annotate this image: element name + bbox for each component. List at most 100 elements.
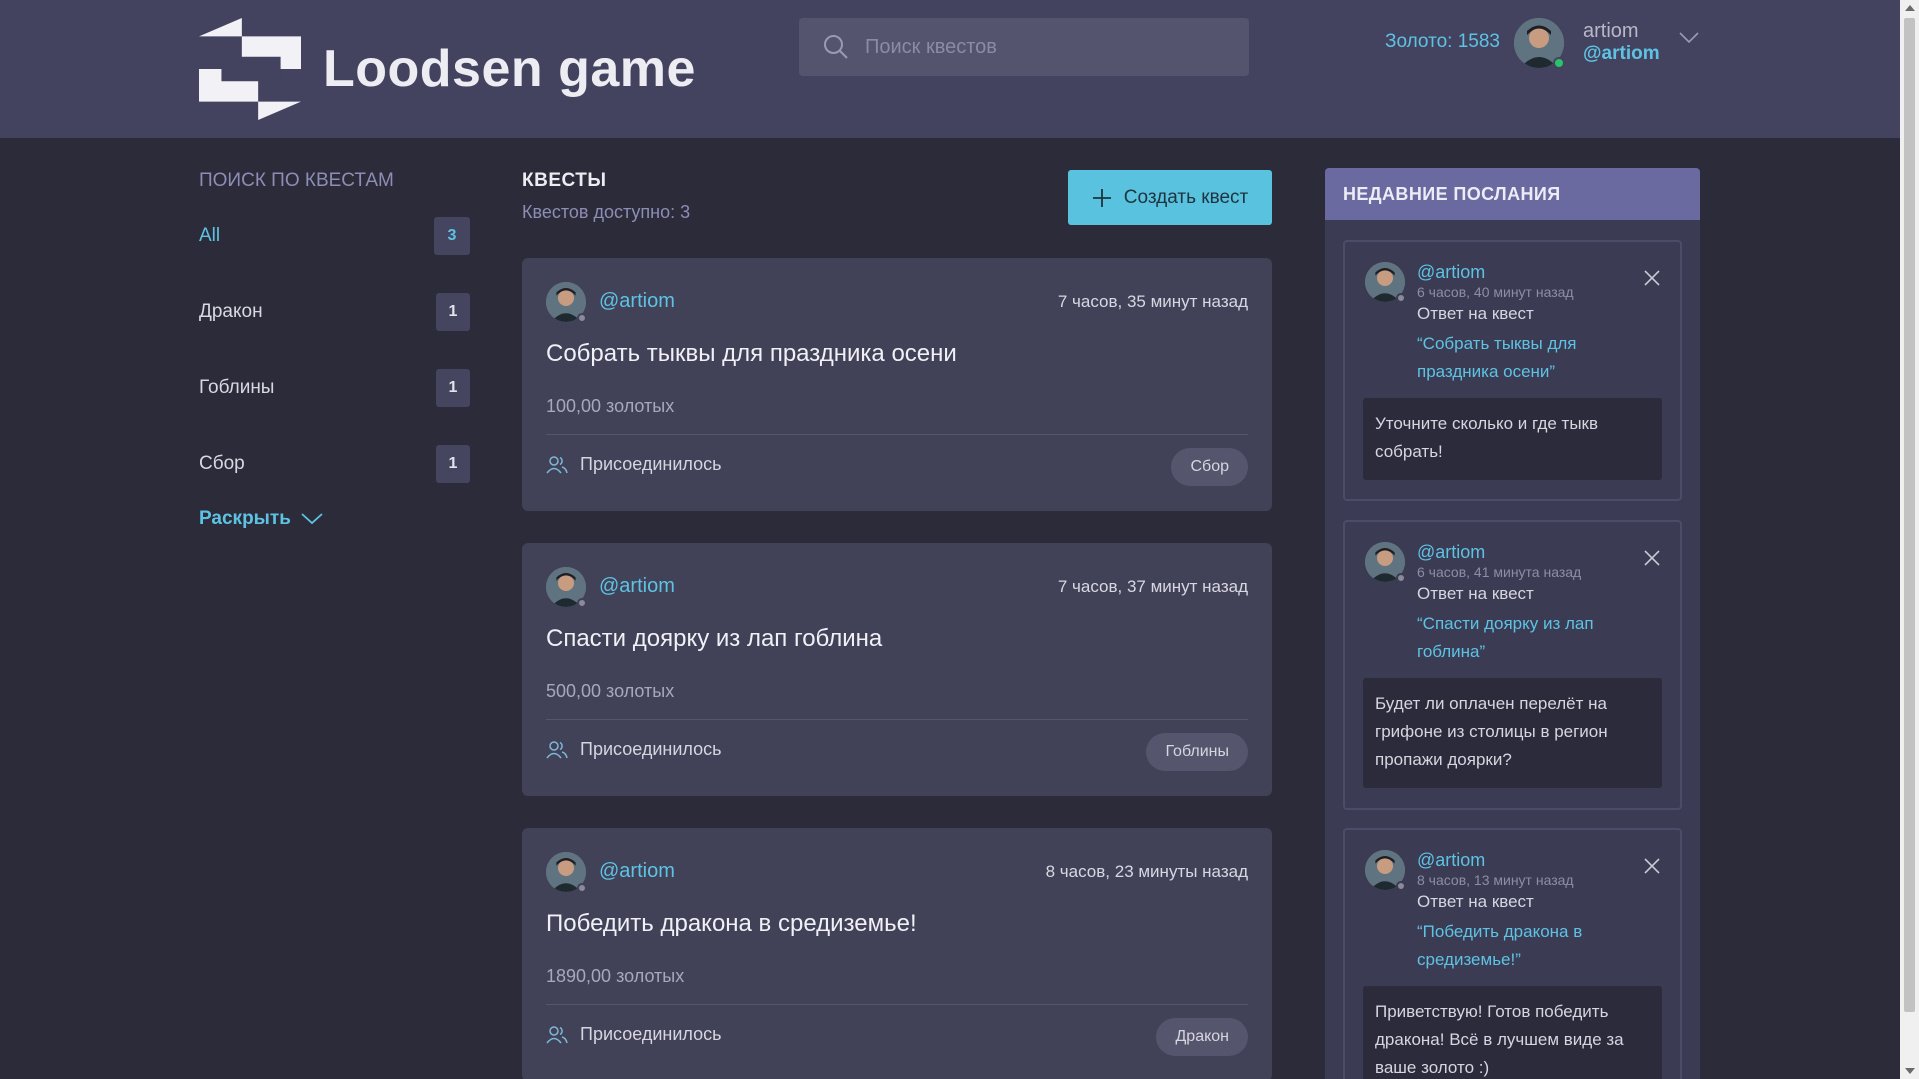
filter-item-goblins[interactable]: Гоблины 1 (199, 350, 470, 426)
message-reply-label: Ответ на квест (1417, 304, 1534, 323)
quest-title[interactable]: Собрать тыквы для праздника осени (546, 340, 957, 368)
filter-label: Гоблины (199, 377, 275, 398)
expand-label: Раскрыть (199, 508, 291, 529)
user-avatar[interactable] (1514, 18, 1565, 69)
quests-available-count: Квестов доступно: 3 (522, 202, 691, 222)
quest-time: 7 часов, 35 минут назад (1057, 292, 1248, 311)
online-status-dot (1553, 57, 1565, 69)
logo[interactable]: Loodsen game (199, 18, 696, 120)
quest-time: 8 часов, 23 минуты назад (1045, 862, 1248, 881)
offline-status-dot (1396, 293, 1406, 303)
logo-icon (199, 18, 301, 120)
message-quest-link[interactable]: “Спасти доярку из лап гоблина” (1417, 610, 1647, 666)
quest-author[interactable]: @artiom (599, 290, 675, 313)
card-divider (546, 719, 1248, 720)
page-scrollbar[interactable] (1900, 0, 1919, 1079)
close-icon[interactable] (1644, 550, 1660, 566)
filter-label: Дракон (199, 301, 263, 322)
message-reply-label: Ответ на квест (1417, 892, 1534, 911)
offline-status-dot (1396, 881, 1406, 891)
filters-title: ПОИСК ПО КВЕСТАМ (199, 170, 394, 191)
messages-title: НЕДАВНИЕ ПОСЛАНИЯ (1325, 168, 1700, 220)
quest-tag[interactable]: Сбор (1171, 448, 1248, 486)
user-handle: @artiom (1583, 43, 1660, 64)
filter-item-gathering[interactable]: Сбор 1 (199, 426, 470, 502)
card-divider (546, 1004, 1248, 1005)
author-avatar[interactable] (546, 567, 587, 608)
quest-filters: ПОИСК ПО КВЕСТАМ All 3 Дракон 1 Гоблины … (199, 170, 470, 530)
users-icon (546, 455, 568, 473)
message-author[interactable]: @artiom (1417, 850, 1485, 871)
logo-text: Loodsen game (323, 40, 696, 98)
quest-time: 7 часов, 37 минут назад (1057, 577, 1248, 596)
message-body: Приветствую! Готов победить дракона! Всё… (1363, 986, 1662, 1079)
joined-button[interactable]: Присоединилось (546, 739, 721, 760)
message-author[interactable]: @artiom (1417, 262, 1485, 283)
filter-count-badge: 1 (436, 293, 470, 331)
message-time: 8 часов, 13 минут назад (1417, 872, 1574, 888)
scroll-thumb[interactable] (1904, 18, 1915, 1012)
create-quest-label: Создать квест (1123, 186, 1249, 208)
message-reply-label: Ответ на квест (1417, 584, 1534, 603)
quests-title: КВЕСТЫ (522, 170, 607, 191)
create-quest-button[interactable]: Создать квест (1068, 170, 1272, 225)
message-author[interactable]: @artiom (1417, 542, 1485, 563)
author-avatar[interactable] (546, 852, 587, 893)
message-quest-link[interactable]: “Победить дракона в средиземье!” (1417, 918, 1647, 974)
filter-item-dragon[interactable]: Дракон 1 (199, 274, 470, 350)
quest-tag[interactable]: Дракон (1156, 1018, 1248, 1056)
quest-reward: 100,00 золотых (546, 396, 675, 416)
joined-label: Присоединилось (580, 739, 722, 759)
quest-card[interactable]: @artiom 8 часов, 23 минуты назад Победит… (522, 828, 1272, 1079)
author-avatar[interactable] (1365, 262, 1406, 303)
scroll-up-arrow-icon[interactable] (1905, 5, 1915, 11)
message-body: Уточните сколько и где тыкв собрать! (1363, 398, 1662, 480)
plus-icon (1092, 188, 1111, 207)
joined-label: Присоединилось (580, 454, 722, 474)
users-icon (546, 1025, 568, 1043)
author-avatar[interactable] (1365, 850, 1406, 891)
close-icon[interactable] (1644, 858, 1660, 874)
message-card[interactable]: @artiom 8 часов, 13 минут назад Ответ на… (1343, 828, 1682, 1079)
message-time: 6 часов, 40 минут назад (1417, 284, 1574, 300)
search-icon (824, 35, 848, 59)
close-icon[interactable] (1644, 270, 1660, 286)
quests-header: КВЕСТЫ Квестов доступно: 3 (522, 170, 690, 223)
offline-status-dot (577, 883, 587, 893)
search-box[interactable] (799, 18, 1249, 76)
quest-reward: 1890,00 золотых (546, 966, 685, 986)
message-quest-link[interactable]: “Собрать тыквы для праздника осени” (1417, 330, 1647, 386)
joined-button[interactable]: Присоединилось (546, 1024, 721, 1045)
filter-count-badge: 3 (434, 217, 470, 255)
quest-tag[interactable]: Гоблины (1146, 733, 1248, 771)
author-avatar[interactable] (1365, 542, 1406, 583)
quest-author[interactable]: @artiom (599, 860, 675, 883)
author-avatar[interactable] (546, 282, 587, 323)
recent-messages-panel: НЕДАВНИЕ ПОСЛАНИЯ @artiom 6 часов, 40 ми… (1325, 168, 1700, 1079)
joined-label: Присоединилось (580, 1024, 722, 1044)
filter-count-badge: 1 (436, 445, 470, 483)
gold-balance: Золото: 1583 (1385, 31, 1500, 52)
chevron-down-icon[interactable] (1679, 32, 1699, 44)
filter-item-all[interactable]: All 3 (199, 198, 470, 274)
message-card[interactable]: @artiom 6 часов, 41 минута назад Ответ н… (1343, 520, 1682, 810)
expand-filters-button[interactable]: Раскрыть (199, 508, 470, 530)
quest-title[interactable]: Победить дракона в средиземье! (546, 910, 917, 938)
quest-reward: 500,00 золотых (546, 681, 675, 701)
message-card[interactable]: @artiom 6 часов, 40 минут назад Ответ на… (1343, 240, 1682, 501)
offline-status-dot (1396, 573, 1406, 583)
filter-label: All (199, 225, 221, 246)
search-input[interactable] (865, 35, 1225, 59)
user-info[interactable]: artiom @artiom (1583, 20, 1660, 65)
quest-title[interactable]: Спасти доярку из лап гоблина (546, 625, 882, 653)
message-time: 6 часов, 41 минута назад (1417, 564, 1582, 580)
users-icon (546, 740, 568, 758)
scroll-down-arrow-icon[interactable] (1905, 1068, 1915, 1074)
quest-card[interactable]: @artiom 7 часов, 37 минут назад Спасти д… (522, 543, 1272, 796)
top-header: Loodsen game Золото: 1583 artiom @artiom (0, 0, 1900, 138)
offline-status-dot (577, 598, 587, 608)
quest-card[interactable]: @artiom 7 часов, 35 минут назад Собрать … (522, 258, 1272, 511)
chevron-down-icon (301, 513, 323, 525)
joined-button[interactable]: Присоединилось (546, 454, 721, 475)
quest-author[interactable]: @artiom (599, 575, 675, 598)
